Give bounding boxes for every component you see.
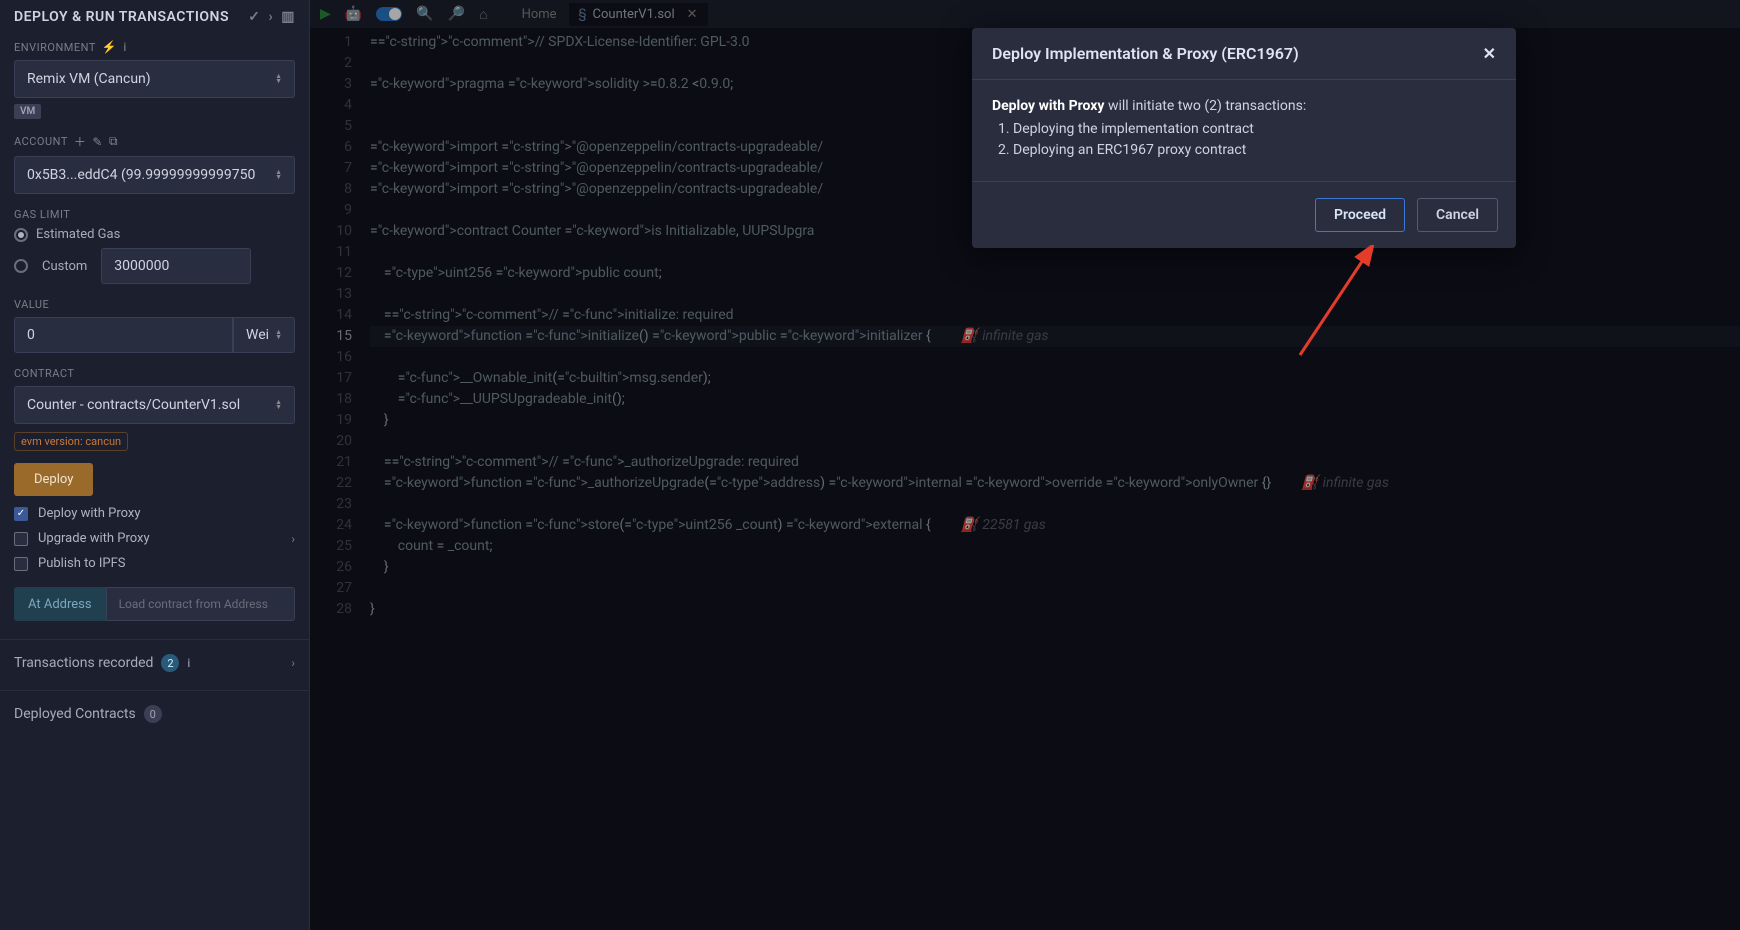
contract-select[interactable]: Counter - contracts/CounterV1.sol ▲▼ <box>14 386 295 424</box>
copy-icon[interactable]: ⧉ <box>109 134 118 149</box>
info-icon[interactable]: i <box>187 656 190 670</box>
modal-item2: 2. Deploying an ERC1967 proxy contract <box>998 142 1246 158</box>
checkbox-publish-ipfs[interactable] <box>14 557 28 571</box>
evm-version-badge: evm version: cancun <box>14 432 128 451</box>
upgrade-proxy-label: Upgrade with Proxy <box>38 531 150 546</box>
select-arrows-icon: ▲▼ <box>275 330 282 340</box>
estimated-gas-label: Estimated Gas <box>36 227 120 242</box>
modal-intro-rest: will initiate two (2) transactions: <box>1104 98 1306 114</box>
checkbox-upgrade-proxy[interactable] <box>14 532 28 546</box>
transactions-recorded-label: Transactions recorded <box>14 655 153 671</box>
at-address-input[interactable]: Load contract from Address <box>106 587 295 621</box>
environment-select[interactable]: Remix VM (Cancun) ▲▼ <box>14 60 295 98</box>
value-unit-select[interactable]: Wei ▲▼ <box>233 317 295 353</box>
modal-item1: 1. Deploying the implementation contract <box>998 121 1254 137</box>
custom-gas-label: Custom <box>42 259 87 274</box>
plus-icon[interactable]: ＋ <box>74 133 87 150</box>
value-unit: Wei <box>246 327 269 343</box>
sidebar-title: DEPLOY & RUN TRANSACTIONS <box>14 8 229 26</box>
contract-label: CONTRACT <box>14 367 74 380</box>
deploy-proxy-label: Deploy with Proxy <box>38 506 141 521</box>
gas-limit-label: GAS LIMIT <box>14 208 70 221</box>
at-address-button[interactable]: At Address <box>14 587 106 621</box>
select-arrows-icon: ▲▼ <box>275 170 282 180</box>
radio-custom-gas[interactable] <box>14 259 28 273</box>
radio-estimated-gas[interactable] <box>14 228 28 242</box>
account-select[interactable]: 0x5B3...eddC4 (99.99999999999750 ▲▼ <box>14 156 295 194</box>
deployed-count-badge: 0 <box>144 705 162 723</box>
select-arrows-icon: ▲▼ <box>275 400 282 410</box>
modal-intro-bold: Deploy with Proxy <box>992 98 1104 114</box>
value-input[interactable]: 0 <box>14 317 233 353</box>
select-arrows-icon: ▲▼ <box>275 74 282 84</box>
proceed-button[interactable]: Proceed <box>1315 198 1405 232</box>
deploy-run-sidebar: DEPLOY & RUN TRANSACTIONS ✓ › ▥ ENVIRONM… <box>0 0 310 930</box>
chevron-right-icon[interactable]: › <box>291 532 295 546</box>
environment-value: Remix VM (Cancun) <box>27 71 151 87</box>
cancel-button[interactable]: Cancel <box>1417 198 1498 232</box>
checkbox-deploy-proxy[interactable] <box>14 507 28 521</box>
deploy-proxy-modal: Deploy Implementation & Proxy (ERC1967) … <box>972 28 1516 248</box>
contract-value: Counter - contracts/CounterV1.sol <box>27 397 240 413</box>
environment-label: ENVIRONMENT <box>14 41 96 54</box>
edit-icon[interactable]: ✎ <box>92 135 103 149</box>
publish-ipfs-label: Publish to IPFS <box>38 556 126 571</box>
main-area: ▶ 🤖 🔍 🔎 ⌂ Home § CounterV1.sol ✕ 1234567… <box>310 0 1740 930</box>
deployed-contracts-label: Deployed Contracts <box>14 706 136 722</box>
account-label: ACCOUNT <box>14 135 68 148</box>
chevron-right-icon[interactable]: › <box>269 8 274 26</box>
plug-icon: ⚡ <box>102 40 117 54</box>
panel-icon[interactable]: ▥ <box>281 8 295 26</box>
custom-gas-input[interactable]: 3000000 <box>101 248 251 284</box>
value-label: VALUE <box>14 298 49 311</box>
at-address-placeholder: Load contract from Address <box>119 597 268 611</box>
chevron-right-icon[interactable]: › <box>291 656 295 670</box>
vm-badge: VM <box>14 104 41 119</box>
account-value: 0x5B3...eddC4 (99.99999999999750 <box>27 167 255 183</box>
deploy-button[interactable]: Deploy <box>14 463 93 496</box>
info-icon[interactable]: i <box>123 40 126 54</box>
modal-close-icon[interactable]: ✕ <box>1483 44 1496 63</box>
modal-title: Deploy Implementation & Proxy (ERC1967) <box>992 44 1299 63</box>
check-icon[interactable]: ✓ <box>248 8 260 26</box>
transactions-count-badge: 2 <box>161 654 179 672</box>
